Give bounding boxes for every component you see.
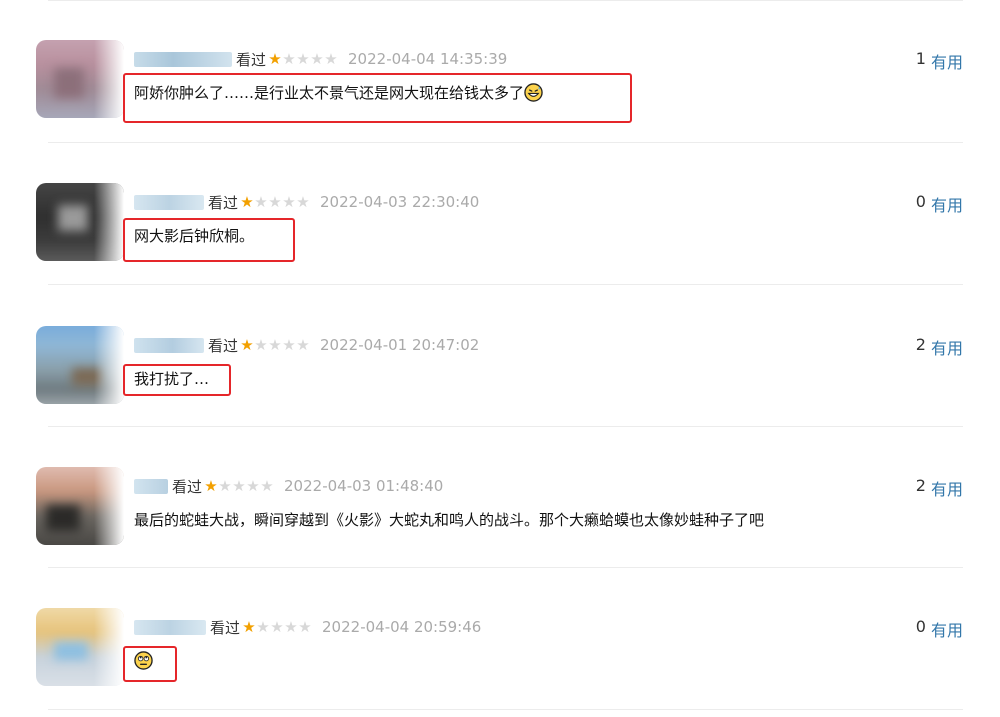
comment-time: 2022-04-03 22:30:40 <box>320 193 480 211</box>
comment-time: 2022-04-03 01:48:40 <box>284 477 444 495</box>
highlight-box <box>123 218 295 262</box>
highlight-box <box>123 73 632 123</box>
avatar[interactable] <box>36 467 124 545</box>
vote-count: 2 <box>915 335 926 354</box>
divider <box>48 284 963 285</box>
star-empty-icon: ★ <box>324 49 338 68</box>
vote-area: 2 有用 <box>916 335 963 359</box>
comment-meta: 看过 ★ ★ ★ ★ ★ 2022-04-03 22:30:40 <box>134 192 479 212</box>
highlight-box <box>123 364 231 396</box>
divider <box>48 567 963 568</box>
star-empty-icon: ★ <box>310 49 324 68</box>
comment-text: 最后的蛇蛙大战，瞬间穿越到《火影》大蛇丸和鸣人的战斗。那个大癞蛤蟆也太像妙蛙种子… <box>134 511 765 529</box>
star-empty-icon: ★ <box>260 476 274 495</box>
star-empty-icon: ★ <box>296 192 310 211</box>
divider <box>48 0 963 1</box>
star-empty-icon: ★ <box>282 49 296 68</box>
useful-vote-button[interactable]: 有用 <box>931 192 963 216</box>
star-empty-icon: ★ <box>298 617 312 636</box>
comment-time: 2022-04-04 20:59:46 <box>322 618 482 636</box>
star-empty-icon: ★ <box>218 476 232 495</box>
highlight-box <box>123 646 177 682</box>
star-empty-icon: ★ <box>246 476 260 495</box>
star-empty-icon: ★ <box>282 192 296 211</box>
rating-stars: ★ ★ ★ ★ ★ <box>240 335 310 354</box>
comment-item: 看过 ★ ★ ★ ★ ★ 2022-04-03 01:48:40 2 有用 最后… <box>0 467 1000 547</box>
vote-count: 0 <box>915 617 926 636</box>
comment-item: 看过 ★ ★ ★ ★ ★ 2022-04-01 20:47:02 2 有用 我打… <box>0 326 1000 406</box>
comment-item: 看过 ★ ★ ★ ★ ★ 2022-04-04 14:35:39 1 有用 阿娇… <box>0 40 1000 123</box>
rating-stars: ★ ★ ★ ★ ★ <box>268 49 338 68</box>
watch-status: 看过 <box>236 50 267 69</box>
star-empty-icon: ★ <box>254 335 268 354</box>
watch-status: 看过 <box>172 477 203 496</box>
vote-count: 0 <box>915 192 926 211</box>
divider <box>48 426 963 427</box>
rating-stars: ★ ★ ★ ★ ★ <box>242 617 312 636</box>
useful-vote-button[interactable]: 有用 <box>931 476 963 500</box>
star-filled-icon: ★ <box>240 335 254 354</box>
vote-count: 2 <box>915 476 926 495</box>
star-empty-icon: ★ <box>296 49 310 68</box>
useful-vote-button[interactable]: 有用 <box>931 49 963 73</box>
comment-meta: 看过 ★ ★ ★ ★ ★ 2022-04-03 01:48:40 <box>134 476 443 496</box>
watch-status: 看过 <box>208 336 239 355</box>
username-redacted[interactable] <box>134 619 206 635</box>
avatar[interactable] <box>36 40 124 118</box>
star-empty-icon: ★ <box>284 617 298 636</box>
vote-area: 0 有用 <box>916 617 963 641</box>
watch-status: 看过 <box>210 618 241 637</box>
comment-time: 2022-04-04 14:35:39 <box>348 50 508 68</box>
useful-vote-button[interactable]: 有用 <box>931 335 963 359</box>
username-redacted[interactable] <box>134 337 204 353</box>
rating-stars: ★ ★ ★ ★ ★ <box>204 476 274 495</box>
divider <box>48 709 963 710</box>
star-empty-icon: ★ <box>270 617 284 636</box>
vote-area: 2 有用 <box>916 476 963 500</box>
star-empty-icon: ★ <box>232 476 246 495</box>
star-filled-icon: ★ <box>268 49 282 68</box>
comment-text-row: 最后的蛇蛙大战，瞬间穿越到《火影》大蛇丸和鸣人的战斗。那个大癞蛤蟆也太像妙蛙种子… <box>134 508 764 532</box>
username-redacted[interactable] <box>134 51 232 67</box>
avatar[interactable] <box>36 183 124 261</box>
comment-list: 看过 ★ ★ ★ ★ ★ 2022-04-04 14:35:39 1 有用 阿娇… <box>0 0 1000 717</box>
username-redacted[interactable] <box>134 194 204 210</box>
comment-meta: 看过 ★ ★ ★ ★ ★ 2022-04-04 20:59:46 <box>134 617 481 637</box>
star-empty-icon: ★ <box>254 192 268 211</box>
useful-vote-button[interactable]: 有用 <box>931 617 963 641</box>
comment-item: 看过 ★ ★ ★ ★ ★ 2022-04-04 20:59:46 0 有用 <box>0 608 1000 688</box>
star-filled-icon: ★ <box>240 192 254 211</box>
vote-area: 1 有用 <box>916 49 963 73</box>
comment-item: 看过 ★ ★ ★ ★ ★ 2022-04-03 22:30:40 0 有用 网大… <box>0 183 1000 263</box>
star-empty-icon: ★ <box>268 335 282 354</box>
star-filled-icon: ★ <box>242 617 256 636</box>
username-redacted[interactable] <box>134 478 168 494</box>
watch-status: 看过 <box>208 193 239 212</box>
avatar[interactable] <box>36 326 124 404</box>
divider <box>48 142 963 143</box>
avatar[interactable] <box>36 608 124 686</box>
star-empty-icon: ★ <box>282 335 296 354</box>
comment-meta: 看过 ★ ★ ★ ★ ★ 2022-04-01 20:47:02 <box>134 335 479 355</box>
star-empty-icon: ★ <box>296 335 310 354</box>
star-empty-icon: ★ <box>256 617 270 636</box>
rating-stars: ★ ★ ★ ★ ★ <box>240 192 310 211</box>
vote-area: 0 有用 <box>916 192 963 216</box>
vote-count: 1 <box>915 49 926 68</box>
star-filled-icon: ★ <box>204 476 218 495</box>
comment-meta: 看过 ★ ★ ★ ★ ★ 2022-04-04 14:35:39 <box>134 49 507 69</box>
star-empty-icon: ★ <box>268 192 282 211</box>
comment-time: 2022-04-01 20:47:02 <box>320 336 480 354</box>
